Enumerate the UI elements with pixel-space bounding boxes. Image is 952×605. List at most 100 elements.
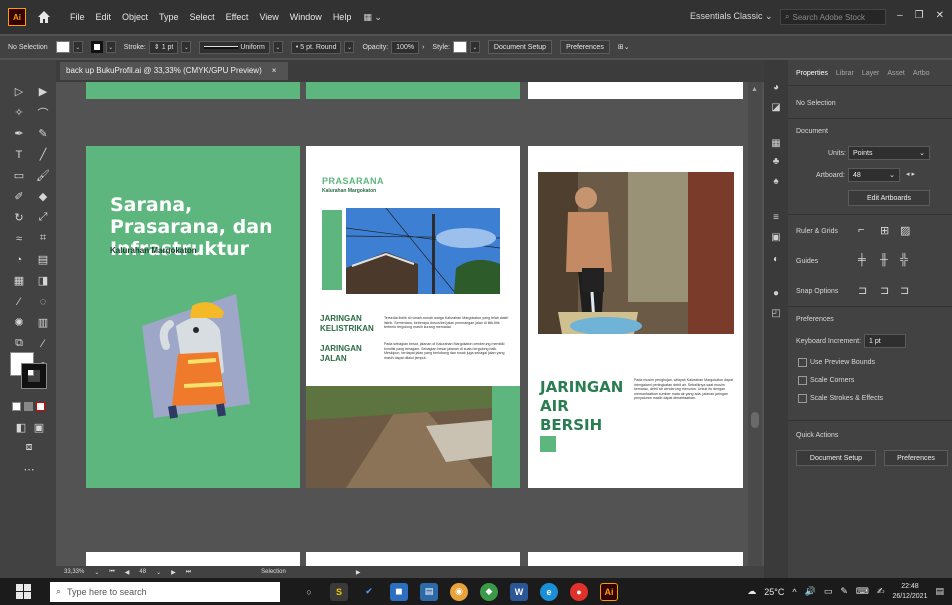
menu-window[interactable]: Window: [290, 12, 322, 22]
menu-type[interactable]: Type: [159, 12, 179, 22]
menu-view[interactable]: View: [259, 12, 278, 22]
gradient-mode-icon[interactable]: [24, 402, 33, 411]
artboard-cover[interactable]: Sarana, Prasarana, dan Infrastruktur Kal…: [86, 146, 300, 488]
speaker-icon[interactable]: 🔊: [805, 586, 816, 597]
chrome-icon[interactable]: ◉: [450, 582, 468, 601]
tray-chevron-icon[interactable]: ^: [792, 587, 796, 597]
shaper-tool-icon[interactable]: ✐: [10, 189, 28, 204]
scale-strokes-checkbox[interactable]: [798, 394, 807, 403]
ink-icon[interactable]: ✍: [877, 586, 885, 597]
tab-layers[interactable]: Layer: [862, 70, 880, 85]
restore-icon[interactable]: ❐: [915, 10, 924, 21]
lasso-icon[interactable]: ⌒: [34, 105, 52, 120]
artboard-number[interactable]: 48: [139, 569, 146, 575]
snap-to-glyph-icon[interactable]: ⊐: [900, 284, 909, 297]
chevron-right-icon[interactable]: ›: [422, 44, 424, 51]
line-tool-icon[interactable]: ╱: [34, 147, 52, 162]
snap-to-point-icon[interactable]: ⊐: [858, 284, 867, 297]
column-graph-icon[interactable]: ▥: [34, 315, 52, 330]
lock-guides-icon[interactable]: ╫: [880, 254, 888, 266]
edit-artboards-button[interactable]: Edit Artboards: [848, 190, 930, 206]
zoom-level[interactable]: 33,33%: [64, 569, 84, 575]
brush-field[interactable]: • 5 pt. Round: [290, 40, 342, 54]
tab-libraries[interactable]: Librar: [836, 70, 854, 85]
next-artboard-icon[interactable]: ▶: [171, 569, 176, 576]
none-mode-icon[interactable]: [36, 402, 45, 411]
paintbrush-icon[interactable]: 🖌: [34, 168, 52, 183]
eyedropper-icon[interactable]: ⁄: [10, 294, 28, 309]
scroll-thumb[interactable]: [751, 412, 759, 428]
artboard-tool-icon[interactable]: ⧉: [10, 336, 28, 351]
task-view-icon[interactable]: ○: [300, 583, 318, 601]
symbols-icon[interactable]: ♠: [770, 176, 782, 188]
clock[interactable]: 22:48 26/12/2021: [892, 582, 927, 602]
free-transform-icon[interactable]: ⌗: [34, 231, 52, 246]
illustrator-taskbar-icon[interactable]: Ai: [600, 582, 618, 601]
temperature[interactable]: 25°C: [764, 587, 784, 597]
style-swatch[interactable]: [452, 41, 467, 53]
weather-icon[interactable]: ☁: [747, 586, 756, 597]
menu-help[interactable]: Help: [333, 12, 352, 22]
chevron-down-icon[interactable]: ⌄: [469, 41, 480, 53]
menu-select[interactable]: Select: [190, 12, 215, 22]
last-artboard-icon[interactable]: ⏭: [186, 569, 191, 576]
chevron-down-icon[interactable]: ⌄: [272, 41, 283, 53]
scroll-up-icon[interactable]: ▲: [751, 86, 758, 93]
stroke-swatch[interactable]: [90, 41, 103, 53]
rotate-tool-icon[interactable]: ↻: [10, 210, 28, 225]
notification-icon[interactable]: ▤: [935, 586, 944, 597]
profile-field[interactable]: Uniform: [199, 40, 270, 54]
chevron-down-icon[interactable]: ⌄: [105, 41, 116, 53]
brushes-icon[interactable]: ♣: [770, 156, 782, 168]
stroke-icon[interactable]: ≡: [770, 212, 782, 224]
status-arrow-icon[interactable]: ▶: [356, 569, 361, 576]
vertical-scrollbar[interactable]: ▲: [748, 82, 762, 566]
fill-control[interactable]: ⌄: [55, 41, 83, 53]
keyboard-increment-field[interactable]: 1 pt: [864, 334, 906, 348]
network-icon[interactable]: ▭: [824, 586, 833, 597]
align-icon[interactable]: ⊞⌄: [618, 43, 630, 51]
canvas[interactable]: Sarana, Prasarana, dan Infrastruktur Kal…: [56, 82, 762, 566]
curvature-tool-icon[interactable]: ✎: [34, 126, 52, 141]
grid-icon[interactable]: ⊞: [880, 224, 889, 237]
minimize-icon[interactable]: –: [897, 10, 903, 21]
brush-definition[interactable]: • 5 pt. Round ⌄: [290, 40, 355, 54]
mesh-tool-icon[interactable]: ▦: [10, 273, 28, 288]
pen-icon[interactable]: ✎: [840, 586, 848, 597]
artboard-dropdown-icon[interactable]: ⌄: [156, 569, 161, 576]
use-preview-bounds-checkbox[interactable]: [798, 358, 807, 367]
document-info-icon[interactable]: ◪: [770, 102, 782, 114]
app-icon-files[interactable]: ▤: [420, 582, 438, 601]
menu-edit[interactable]: Edit: [96, 12, 112, 22]
chevron-down-icon[interactable]: ⌄: [344, 41, 355, 53]
app-icon-check[interactable]: ✔: [360, 583, 378, 601]
blend-tool-icon[interactable]: ◌: [34, 294, 52, 309]
word-icon[interactable]: W: [510, 582, 528, 601]
stroke-weight-field[interactable]: ⇕ 1 pt: [148, 40, 179, 54]
qa-preferences-button[interactable]: Preferences: [884, 450, 948, 466]
direct-selection-tool-icon[interactable]: ▶: [34, 84, 52, 99]
drawing-modes-icon[interactable]: ◧: [12, 420, 30, 435]
gradient-tool-icon[interactable]: ◨: [34, 273, 52, 288]
graphic-styles-icon[interactable]: ◰: [770, 308, 782, 320]
chevron-down-icon[interactable]: ⌄: [181, 41, 192, 53]
edge-icon[interactable]: e: [540, 582, 558, 601]
fill-swatch[interactable]: [55, 41, 70, 53]
document-setup-button[interactable]: Document Setup: [487, 40, 553, 54]
workspace-switcher[interactable]: Essentials Classic ⌄: [690, 11, 773, 22]
zoom-dropdown-icon[interactable]: ⌄: [94, 569, 99, 576]
perspective-grid-icon[interactable]: ▤: [34, 252, 52, 267]
units-dropdown[interactable]: Points ⌄: [848, 146, 930, 160]
qa-document-setup-button[interactable]: Document Setup: [796, 450, 876, 466]
tab-assets[interactable]: Asset: [887, 70, 905, 85]
prev-artboard-icon[interactable]: ◀: [125, 569, 130, 576]
preferences-button[interactable]: Preferences: [560, 40, 610, 54]
language-icon[interactable]: ⌨: [856, 586, 869, 597]
first-artboard-icon[interactable]: ⏮: [109, 569, 114, 576]
show-guides-icon[interactable]: ╪: [858, 254, 866, 266]
tab-properties[interactable]: Properties: [796, 70, 828, 85]
app-icon-green[interactable]: ◆: [480, 582, 498, 601]
snap-to-pixel-icon[interactable]: ⊐: [880, 284, 889, 297]
artboard-prev-next-icon[interactable]: ◂ ▸: [906, 170, 915, 178]
tab-artboards[interactable]: Artbo: [913, 70, 930, 85]
